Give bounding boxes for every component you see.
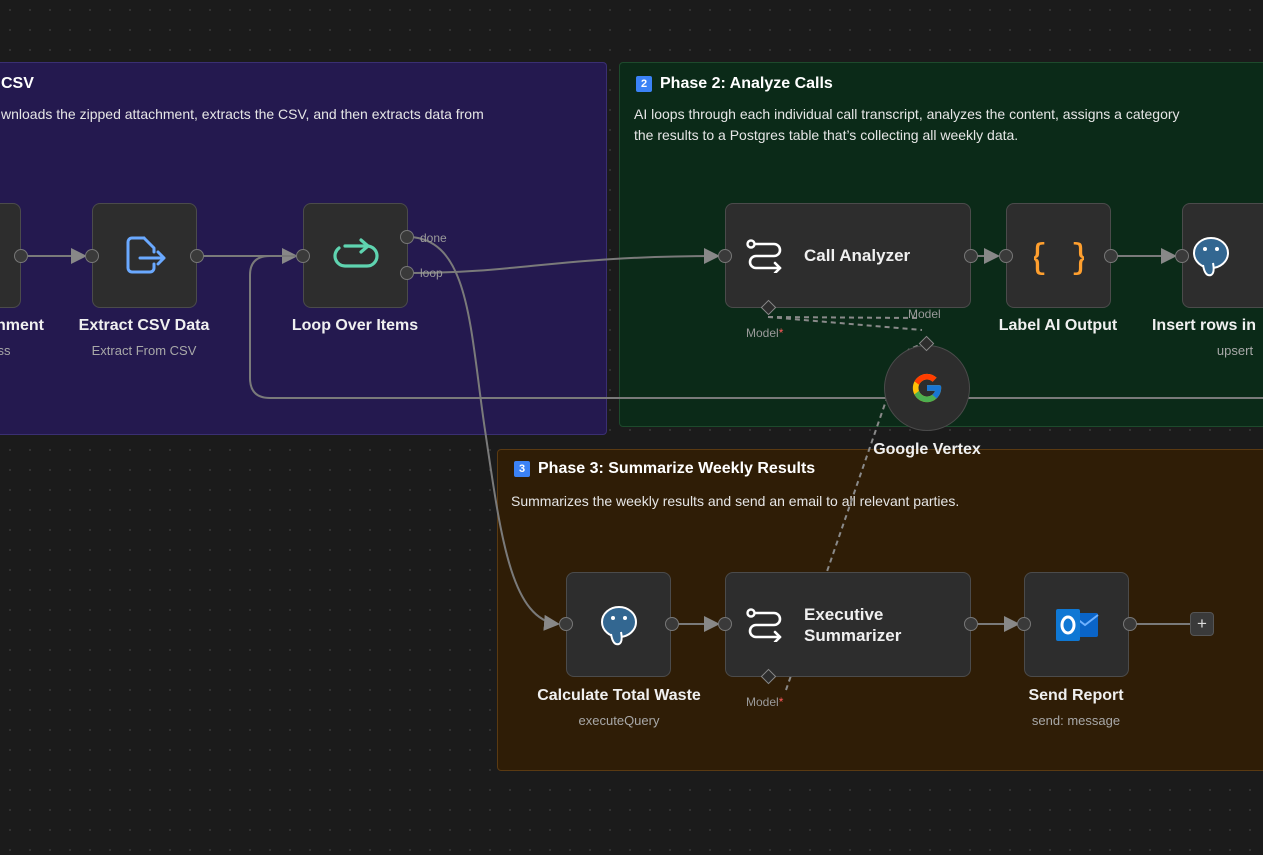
node-google-vertex[interactable] — [884, 345, 970, 431]
node-send-report-label: Send Report — [1028, 687, 1124, 704]
node-extract-csv-label: Extract CSV Data — [78, 317, 210, 334]
node-label-ai-output[interactable]: { } — [1006, 203, 1111, 308]
port-calc-in[interactable] — [559, 617, 573, 631]
postgres-icon — [600, 605, 637, 645]
port-insert-in[interactable] — [1175, 249, 1189, 263]
port-loop-loop[interactable] — [400, 266, 414, 280]
ai-chain-icon — [746, 238, 782, 273]
port-done-label: done — [420, 231, 447, 245]
node-attachment-sub: ss — [0, 343, 11, 358]
node-insert-rows-sub: upsert — [1216, 343, 1254, 358]
node-extract-csv[interactable] — [92, 203, 197, 308]
port-extract-out[interactable] — [190, 249, 204, 263]
node-call-analyzer-label: Call Analyzer — [804, 246, 911, 265]
port-send-out[interactable] — [1123, 617, 1137, 631]
port-call-in[interactable] — [718, 249, 732, 263]
node-loop-label: Loop Over Items — [291, 317, 419, 334]
port-attachment-out[interactable] — [14, 249, 28, 263]
port-loop-done[interactable] — [400, 230, 414, 244]
node-insert-rows[interactable] — [1182, 203, 1263, 308]
node-label-ai-label: Label AI Output — [998, 317, 1118, 334]
node-extract-csv-sub: Extract From CSV — [91, 343, 197, 358]
port-label-out[interactable] — [1104, 249, 1118, 263]
exec-model-label: Model* — [746, 695, 784, 709]
node-insert-rows-label: Insert rows in — [1151, 317, 1257, 334]
edge-vertex-call-model-2 — [767, 316, 919, 319]
outlook-icon — [1055, 608, 1099, 641]
add-node-button[interactable]: + — [1190, 612, 1214, 636]
node-attachment-label: nment — [0, 317, 44, 334]
node-calc-sub: executeQuery — [578, 713, 660, 728]
vertex-model-label: Model — [908, 307, 941, 321]
postgres-icon — [1192, 236, 1229, 276]
google-icon — [912, 373, 942, 403]
port-send-in[interactable] — [1017, 617, 1031, 631]
braces-icon: { } — [1034, 237, 1084, 278]
node-calculate-total-waste[interactable] — [566, 572, 671, 677]
loop-icon — [332, 237, 379, 268]
node-send-report[interactable] — [1024, 572, 1129, 677]
node-executive-summarizer[interactable]: Executive Summarizer — [725, 572, 971, 677]
port-loop-label: loop — [420, 266, 443, 280]
file-export-icon — [126, 236, 165, 273]
node-call-analyzer[interactable]: Call Analyzer — [725, 203, 971, 308]
port-label-in[interactable] — [999, 249, 1013, 263]
port-extract-in[interactable] — [85, 249, 99, 263]
port-exec-in[interactable] — [718, 617, 732, 631]
port-call-out[interactable] — [964, 249, 978, 263]
node-send-report-sub: send: message — [1031, 713, 1121, 728]
edge-loop-call — [409, 248, 720, 274]
port-exec-out[interactable] — [964, 617, 978, 631]
node-exec-label: Executive Summarizer — [804, 604, 902, 645]
port-loop-in[interactable] — [296, 249, 310, 263]
edge-done-calc — [409, 236, 560, 631]
port-calc-out[interactable] — [665, 617, 679, 631]
svg-text:{ }: { } — [1034, 237, 1084, 278]
edge-vertex-call-model — [767, 316, 923, 331]
ai-chain-icon — [746, 607, 782, 642]
call-model-label: Model* — [746, 326, 784, 340]
node-calc-label: Calculate Total Waste — [537, 687, 701, 704]
node-loop-over-items[interactable] — [303, 203, 408, 308]
node-google-vertex-label: Google Vertex — [873, 441, 981, 458]
